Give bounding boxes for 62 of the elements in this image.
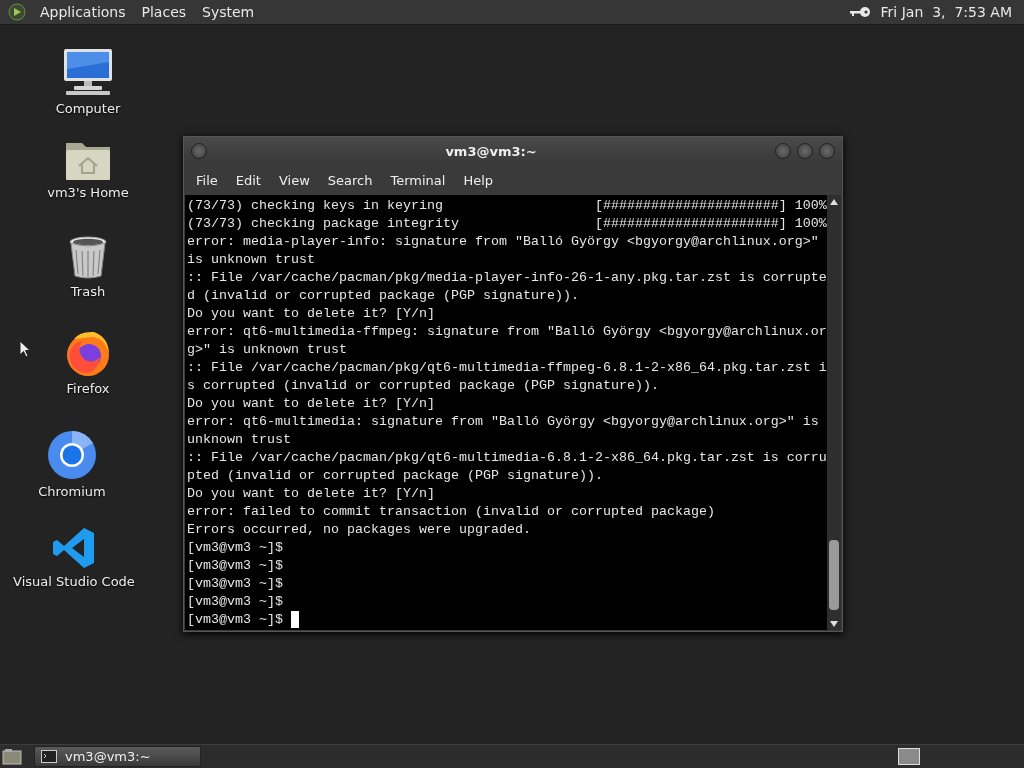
desktop-icon-label[interactable]: Firefox	[66, 381, 110, 396]
terminal-line: [vm3@vm3 ~]$	[187, 575, 283, 593]
terminal-line: [vm3@vm3 ~]$	[187, 611, 283, 629]
play-logo-icon[interactable]	[8, 3, 26, 21]
terminal-line: (73/73) checking package integrity [######################] 100%	[187, 215, 827, 233]
terminal-line: Do you want to delete it? [Y/n]	[187, 485, 435, 503]
scroll-down-icon[interactable]	[830, 621, 838, 627]
scroll-up-icon[interactable]	[830, 199, 838, 205]
terminal-line: error: qt6-multimedia: signature from "Balló György <bgyorgy@archlinux.org>" is	[187, 413, 819, 431]
window-menu-button[interactable]	[191, 143, 207, 159]
trash-icon[interactable]	[68, 236, 108, 280]
panel-menu[interactable]: Places	[133, 4, 195, 20]
terminal-line: error: failed to commit transaction (invalid or corrupted package)	[187, 503, 715, 521]
minimize-button[interactable]	[775, 143, 791, 159]
show-desktop-icon[interactable]	[2, 747, 22, 766]
terminal-line: [vm3@vm3 ~]$	[187, 539, 283, 557]
close-button[interactable]	[819, 143, 835, 159]
terminal-line: unknown trust	[187, 431, 291, 449]
terminal-line: d (invalid or corrupted package (PGP signature)).	[187, 287, 579, 305]
taskbar-button[interactable]: vm3@vm3:~	[34, 746, 201, 767]
terminal-line: Do you want to delete it? [Y/n]	[187, 395, 435, 413]
terminal-line: error: qt6-multimedia-ffmpeg: signature from "Balló György <bgyorgy@archlinux.or	[187, 323, 827, 341]
terminal-line: Errors occurred, no packages were upgraded.	[187, 521, 531, 539]
terminal-line: s corrupted (invalid or corrupted package (PGP signature)).	[187, 377, 659, 395]
terminal-line: g>" is unknown trust	[187, 341, 347, 359]
menu-item[interactable]: View	[269, 172, 319, 188]
workspace-switcher[interactable]	[898, 748, 920, 765]
terminal-line: [vm3@vm3 ~]$	[187, 593, 283, 611]
window-title: vm3@vm3:~	[444, 143, 538, 159]
scrollbar[interactable]	[827, 195, 841, 630]
terminal-line: pted (invalid or corrupted package (PGP signature)).	[187, 467, 603, 485]
monitor-icon[interactable]	[62, 47, 114, 97]
key-icon[interactable]	[848, 6, 871, 18]
terminal-line: [vm3@vm3 ~]$	[187, 557, 283, 575]
chromium-icon[interactable]	[47, 430, 97, 480]
scrollbar-thumb[interactable]	[829, 540, 839, 610]
desktop-icon-label[interactable]: Visual Studio Code	[13, 574, 135, 589]
text-cursor	[291, 611, 299, 628]
menu-item[interactable]: Terminal	[381, 172, 455, 188]
desktop-icon-label[interactable]: Chromium	[38, 484, 106, 499]
terminal-line: :: File /var/cache/pacman/pkg/media-player-info-26-1-any.pkg.tar.zst is corrupte	[187, 269, 827, 287]
terminal-icon	[41, 750, 57, 763]
firefox-icon[interactable]	[64, 329, 112, 377]
terminal-line: error: media-player-info: signature from "Balló György <bgyorgy@archlinux.org>"	[187, 233, 819, 251]
desktop-icon-label[interactable]: Trash	[70, 284, 106, 299]
pointer-icon	[19, 340, 31, 358]
terminal-line: is unknown trust	[187, 251, 315, 269]
menu-item[interactable]: File	[187, 172, 227, 188]
clock[interactable]: Fri Jan 3, 7:53 AM	[870, 4, 1016, 20]
menu-item[interactable]: Help	[454, 172, 503, 188]
terminal-line: (73/73) checking keys in keyring [######################] 100%	[187, 197, 827, 215]
maximize-button[interactable]	[797, 143, 813, 159]
desktop-icon-label[interactable]: Computer	[55, 101, 121, 116]
panel-menu[interactable]: Applications	[32, 4, 134, 20]
panel-menu[interactable]: System	[194, 4, 263, 20]
terminal-line: Do you want to delete it? [Y/n]	[187, 305, 435, 323]
terminal-line: :: File /var/cache/pacman/pkg/qt6-multimedia-6.8.1-2-x86_64.pkg.tar.zst is corru	[187, 449, 827, 467]
terminal-line: :: File /var/cache/pacman/pkg/qt6-multimedia-ffmpeg-6.8.1-2-x86_64.pkg.tar.zst i	[187, 359, 827, 377]
desktop-icon-label[interactable]: vm3's Home	[47, 185, 129, 200]
code-editor-icon[interactable]	[52, 526, 96, 570]
menu-item[interactable]: Edit	[226, 172, 270, 188]
menu-item[interactable]: Search	[318, 172, 382, 188]
